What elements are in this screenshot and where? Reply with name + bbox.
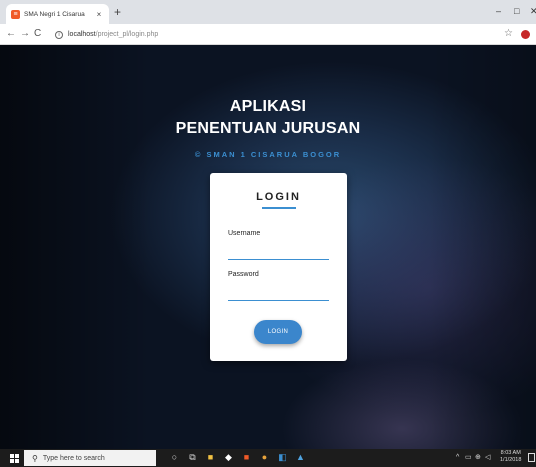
url-path: /project_pl/login.php	[95, 31, 159, 38]
clock-time: 8:03 AM	[500, 450, 521, 456]
profile-avatar[interactable]	[521, 30, 530, 39]
reload-button[interactable]: C	[34, 27, 41, 41]
bookmark-star-icon[interactable]: ☆	[504, 28, 513, 40]
minimize-button[interactable]: –	[496, 4, 501, 18]
url-host: localhost	[68, 31, 96, 38]
tab-close-icon[interactable]: ×	[94, 10, 104, 19]
login-card: LOGIN Username Password LOGIN	[210, 173, 347, 361]
username-input[interactable]	[228, 246, 329, 260]
browser-tab[interactable]: ≡ SMA Negri 1 Cisarua ×	[6, 4, 109, 24]
maximize-button[interactable]: □	[514, 4, 519, 18]
browser-tab-bar: ≡ SMA Negri 1 Cisarua × + – □ ✕	[0, 0, 536, 24]
app-subtitle: © SMAN 1 CISARUA BOGOR	[194, 150, 342, 159]
login-page: APLIKASI PENENTUAN JURUSAN © SMAN 1 CISA…	[0, 45, 536, 449]
back-button[interactable]: ←	[6, 27, 16, 41]
tray-chevron-icon[interactable]: ^	[456, 454, 459, 462]
clock-date: 1/1/2018	[500, 457, 522, 463]
site-favicon-icon: ≡	[11, 9, 20, 19]
username-label: Username	[228, 230, 261, 237]
notification-icon[interactable]	[528, 453, 535, 462]
address-bar[interactable]: i localhost/project_pl/login.php	[55, 27, 515, 42]
taskbar-search-box[interactable]: ⚲ Type here to search	[24, 450, 156, 466]
password-label: Password	[228, 271, 259, 278]
forward-button[interactable]: →	[20, 27, 30, 41]
app-title-line2: PENENTUAN JURUSAN	[175, 120, 361, 137]
tab-title: SMA Negri 1 Cisarua	[24, 10, 85, 18]
file-explorer-icon[interactable]: ■	[206, 453, 215, 462]
battery-icon[interactable]: ▭	[465, 454, 472, 462]
login-heading-underline	[262, 207, 296, 209]
chrome-icon[interactable]: ●	[260, 453, 269, 462]
taskbar-search-placeholder: Type here to search	[42, 454, 105, 462]
url-text: localhost/project_pl/login.php	[68, 31, 158, 38]
search-icon: ⚲	[32, 453, 38, 463]
taskbar-clock[interactable]: 8:03 AM 1/1/2018	[500, 450, 521, 464]
app-title-line1: APLIKASI	[229, 98, 307, 115]
browser-toolbar: ← → C i localhost/project_pl/login.php ☆	[0, 24, 536, 45]
store-icon[interactable]: ◆	[224, 453, 233, 462]
close-window-button[interactable]: ✕	[530, 4, 536, 18]
windows-taskbar: ⚲ Type here to search ○ ⧉ ■ ◆ ■ ● ◧ ▲ ^ …	[0, 449, 536, 467]
task-view-icon[interactable]: ⧉	[188, 453, 197, 462]
volume-icon[interactable]: ◁	[485, 454, 490, 462]
site-info-icon[interactable]: i	[55, 30, 63, 39]
app-icon[interactable]: ▲	[296, 453, 305, 462]
new-tab-button[interactable]: +	[114, 4, 121, 20]
login-heading: LOGIN	[256, 191, 301, 203]
password-input[interactable]	[228, 287, 329, 301]
cortana-icon[interactable]: ○	[170, 453, 179, 462]
xampp-icon[interactable]: ■	[242, 453, 251, 462]
network-icon[interactable]: ⊕	[475, 454, 481, 462]
login-button[interactable]: LOGIN	[254, 320, 302, 344]
vscode-icon[interactable]: ◧	[278, 453, 287, 462]
windows-start-icon[interactable]	[10, 454, 19, 463]
